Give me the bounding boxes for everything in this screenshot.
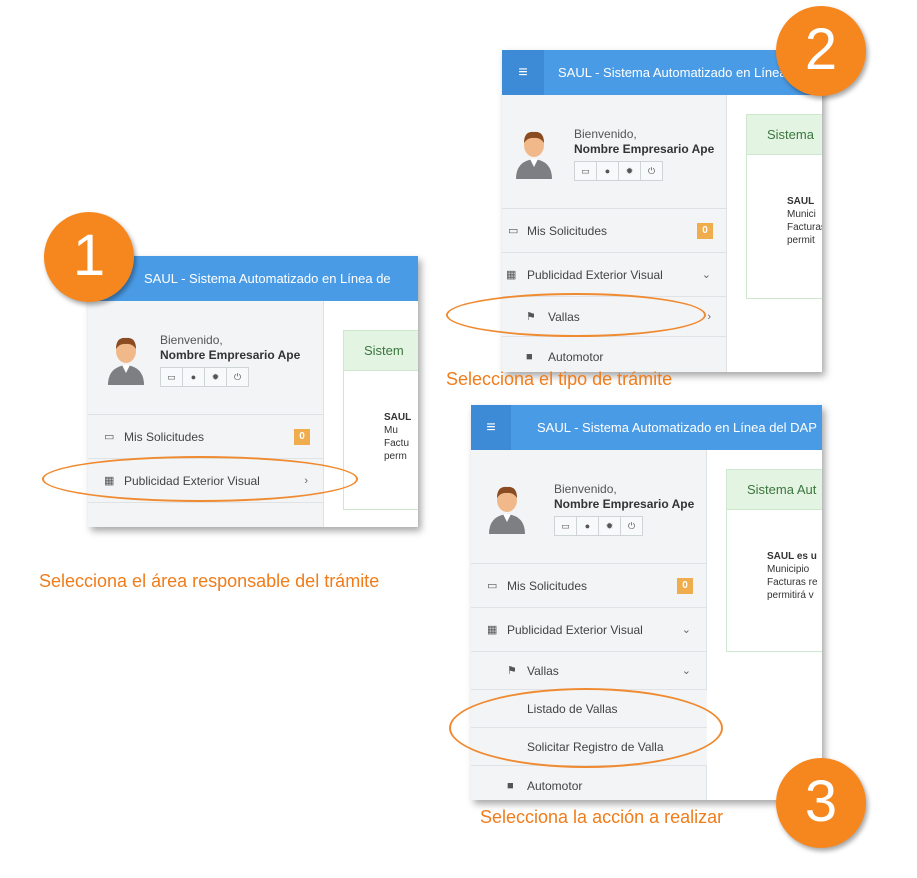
- sidebar-item-label: Mis Solicitudes: [507, 579, 588, 593]
- flag-icon: ⚑: [507, 665, 517, 677]
- welcome-text: Bienvenido,: [554, 482, 617, 496]
- inbox-icon: ▭: [487, 580, 498, 592]
- avatar: [516, 131, 552, 179]
- top-bar: SAUL - Sistema Automatizado en Línea de: [88, 256, 418, 301]
- caption-step-3: Selecciona la acción a realizar: [480, 807, 724, 827]
- grid-icon: ▦: [506, 269, 517, 281]
- sidebar-item-label: Mis Solicitudes: [124, 430, 205, 444]
- chevron-down-icon: ⌄: [681, 665, 691, 677]
- sidebar-item-label: Automotor: [527, 779, 583, 793]
- inbox-icon[interactable]: ▭: [160, 367, 183, 387]
- sidebar-item-label: Publicidad Exterior Visual: [507, 623, 643, 637]
- user-icon[interactable]: ●: [576, 516, 599, 536]
- card-line: Facturas re: [767, 577, 818, 588]
- card-header: Sistem: [344, 331, 418, 371]
- highlight-ellipse-step-3: [449, 688, 723, 768]
- welcome-card: Sistema SAUL Munici Facturas permit: [746, 114, 822, 299]
- count-badge: 0: [697, 223, 713, 239]
- sidebar-item-label: Mis Solicitudes: [527, 224, 608, 238]
- avatar: [489, 486, 525, 534]
- user-panel: Bienvenido, Nombre Empresario Ape ▭ ● ✹ …: [471, 450, 707, 564]
- step-number-2: 2: [776, 6, 866, 96]
- chevron-down-icon: ⌄: [701, 269, 711, 281]
- card-line: perm: [384, 451, 407, 462]
- top-bar: ≡ SAUL - Sistema Automatizado en Línea d…: [471, 405, 822, 450]
- card-line: Mu: [384, 425, 398, 436]
- welcome-card: Sistema Aut SAUL es u Municipio Facturas…: [726, 469, 822, 652]
- sidebar-item-label: Automotor: [548, 350, 604, 364]
- sidebar-item-mis-solicitudes[interactable]: ▭ Mis Solicitudes 0: [471, 564, 707, 608]
- app-title: SAUL - Sistema Automatizado en Línea de: [144, 271, 391, 286]
- chevron-right-icon: ›: [707, 311, 711, 323]
- menu-icon[interactable]: ≡: [502, 50, 544, 95]
- user-name: Nombre Empresario Ape: [574, 142, 715, 156]
- user-actions: ▭ ● ✹ ⏻: [574, 161, 663, 181]
- card-line: Municipio: [767, 564, 810, 575]
- card-line: SAUL es u: [767, 551, 817, 562]
- card-line: permitirá v: [767, 590, 814, 601]
- caption-step-1: Selecciona el área responsable del trámi…: [39, 571, 380, 591]
- gear-icon[interactable]: ✹: [598, 516, 621, 536]
- truck-icon: ■: [507, 780, 514, 792]
- inbox-icon[interactable]: ▭: [574, 161, 597, 181]
- gear-icon[interactable]: ✹: [618, 161, 641, 181]
- card-body: SAUL Mu Factu perm: [344, 371, 418, 463]
- inbox-icon: ▭: [508, 225, 519, 237]
- card-header: Sistema: [747, 115, 822, 155]
- user-icon[interactable]: ●: [182, 367, 205, 387]
- user-panel: Bienvenido, Nombre Empresario Ape ▭ ● ✹ …: [88, 301, 324, 415]
- top-bar: ≡ SAUL - Sistema Automatizado en Línea: [502, 50, 822, 95]
- avatar: [108, 337, 144, 385]
- sidebar-item-mis-solicitudes[interactable]: ▭ Mis Solicitudes 0: [88, 415, 324, 459]
- user-name: Nombre Empresario Ape: [160, 348, 301, 362]
- power-icon[interactable]: ⏻: [620, 516, 643, 536]
- sidebar-item-vallas[interactable]: ⚑ Vallas ⌄: [471, 652, 707, 690]
- card-body: SAUL es u Municipio Facturas re permitir…: [727, 510, 822, 602]
- user-actions: ▭ ● ✹ ⏻: [160, 367, 249, 387]
- card-line: SAUL: [787, 196, 815, 207]
- caption-step-2: Selecciona el tipo de trámite: [446, 369, 673, 389]
- card-line: Munici: [787, 209, 816, 220]
- app-title: SAUL - Sistema Automatizado en Línea: [558, 65, 787, 80]
- grid-icon: ▦: [487, 624, 498, 636]
- card-line: permit: [787, 235, 815, 246]
- sidebar-item-automotor[interactable]: ■ Automotor: [502, 337, 727, 372]
- sidebar-item-publicidad[interactable]: ▦ Publicidad Exterior Visual ⌄: [502, 253, 727, 297]
- card-header: Sistema Aut: [727, 470, 822, 510]
- card-body: SAUL Munici Facturas permit: [747, 155, 822, 247]
- chevron-down-icon: ⌄: [681, 624, 691, 636]
- power-icon[interactable]: ⏻: [640, 161, 663, 181]
- card-line: SAUL: [384, 412, 412, 423]
- menu-icon[interactable]: ≡: [471, 405, 511, 450]
- highlight-ellipse-step-2: [446, 293, 706, 337]
- user-icon[interactable]: ●: [596, 161, 619, 181]
- step-number-1: 1: [44, 212, 134, 302]
- gear-icon[interactable]: ✹: [204, 367, 227, 387]
- count-badge: 0: [294, 429, 310, 445]
- card-line: Factu: [384, 438, 410, 449]
- power-icon[interactable]: ⏻: [226, 367, 249, 387]
- highlight-ellipse-step-1: [42, 456, 358, 502]
- sidebar-item-label: Publicidad Exterior Visual: [527, 268, 663, 282]
- user-panel: Bienvenido, Nombre Empresario Ape ▭ ● ✹ …: [502, 95, 727, 209]
- welcome-text: Bienvenido,: [160, 333, 223, 347]
- app-title: SAUL - Sistema Automatizado en Línea del…: [537, 420, 817, 435]
- user-name: Nombre Empresario Ape: [554, 497, 695, 511]
- count-badge: 0: [677, 578, 693, 594]
- truck-icon: ■: [526, 351, 533, 363]
- inbox-icon: ▭: [104, 431, 115, 443]
- step-number-3: 3: [776, 758, 866, 848]
- sidebar-item-label: Vallas: [527, 664, 559, 678]
- welcome-text: Bienvenido,: [574, 127, 637, 141]
- inbox-icon[interactable]: ▭: [554, 516, 577, 536]
- sidebar-item-publicidad[interactable]: ▦ Publicidad Exterior Visual ⌄: [471, 608, 707, 652]
- user-actions: ▭ ● ✹ ⏻: [554, 516, 643, 536]
- sidebar-item-automotor[interactable]: ■ Automotor: [471, 766, 707, 800]
- card-line: Facturas: [787, 222, 822, 233]
- sidebar-item-mis-solicitudes[interactable]: ▭ Mis Solicitudes 0: [502, 209, 727, 253]
